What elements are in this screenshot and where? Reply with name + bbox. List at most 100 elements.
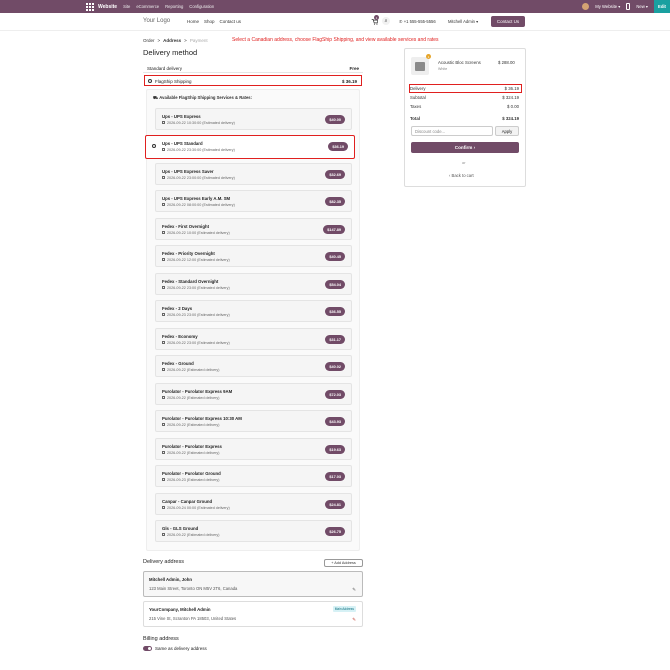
contact-us-button[interactable]: Contact Us xyxy=(491,16,525,27)
service-option[interactable]: Ups - UPS Express 2026-09-22 10:30:00 (Es… xyxy=(155,108,352,130)
user-avatar-icon[interactable] xyxy=(582,3,590,10)
delivery-method-title: Delivery method xyxy=(143,48,198,57)
service-option[interactable]: Gls - GLS Ground 2026-09-22 (Estimated de… xyxy=(155,520,352,542)
same-as-delivery-toggle[interactable] xyxy=(143,646,152,651)
service-option[interactable]: Purolator - Purolator Express 10:30 AM 20… xyxy=(155,410,352,432)
same-as-delivery-row: Same as delivery address xyxy=(143,646,207,651)
nav-contact[interactable]: Contact us xyxy=(220,19,242,24)
service-option[interactable]: Fedex - First Overnight 2026-09-22 10:00 … xyxy=(155,218,352,240)
menu-reporting[interactable]: Reporting xyxy=(165,4,183,9)
service-estimated-date: 2026-09-22 (Estimated delivery) xyxy=(162,423,219,427)
summary-value: $ 324.19 xyxy=(502,116,519,121)
confirm-button[interactable]: Confirm › xyxy=(411,142,519,153)
service-option[interactable]: Ups - UPS Express Early A.M. SM 2026-09-2… xyxy=(155,190,352,212)
calendar-icon xyxy=(162,258,165,262)
summary-label: Taxes xyxy=(410,104,422,109)
calendar-icon xyxy=(162,231,165,235)
service-name: Fedex - Priority Overnight xyxy=(162,251,215,256)
cart-icon[interactable]: 1 xyxy=(371,15,379,25)
service-estimated-date: 2026-09-22 10:30:00 (Estimated delivery) xyxy=(162,121,235,125)
admin-topbar: Website Site eCommerce Reporting Configu… xyxy=(0,0,670,13)
service-estimated-date: 2026-09-22 23:00:00 (Estimated delivery) xyxy=(162,176,235,180)
summary-row-taxes: Taxes $ 0.00 xyxy=(410,104,519,109)
service-name: Canpar - Canpar Ground xyxy=(162,499,213,504)
service-price-badge: $147.89 xyxy=(323,225,345,234)
service-date-text: 2026-09-22 10:00 (Estimated delivery) xyxy=(167,231,230,235)
calendar-icon xyxy=(162,533,165,537)
calendar-icon xyxy=(162,368,165,372)
edit-pencil-icon[interactable]: ✎ xyxy=(352,587,356,593)
truck-icon: ⛟ xyxy=(153,95,159,100)
apply-discount-button[interactable]: Apply xyxy=(495,126,519,136)
service-name: Purolator - Purolator Ground xyxy=(162,471,221,476)
delivery-option-price: Free xyxy=(349,66,359,71)
service-option[interactable]: Fedex - Priority Overnight 2026-09-22 12:… xyxy=(155,245,352,267)
website-app-name[interactable]: Website xyxy=(98,4,117,10)
phone-text: +1 555-555-5556 xyxy=(403,19,436,24)
apps-grid-icon[interactable] xyxy=(86,2,94,11)
nav-home[interactable]: Home xyxy=(187,19,199,24)
site-logo[interactable]: Your Logo xyxy=(143,18,170,24)
calendar-icon xyxy=(162,478,165,482)
service-option[interactable]: Purolator - Purolator Express 2026-09-22 … xyxy=(155,438,352,460)
breadcrumb-order[interactable]: Order xyxy=(143,38,155,43)
service-option[interactable]: Purolator - Purolator Express 9AM 2026-09… xyxy=(155,383,352,405)
service-date-text: 2026-09-22 23:00:00 (Estimated delivery) xyxy=(167,176,235,180)
menu-configuration[interactable]: Configuration xyxy=(189,4,214,9)
menu-site[interactable]: Site xyxy=(123,4,130,9)
service-option[interactable]: Fedex - 2 Days 2026-09-23 23:00 (Estimate… xyxy=(155,300,352,322)
service-date-text: 2026-09-22 (Estimated delivery) xyxy=(167,368,220,372)
calendar-icon xyxy=(162,148,165,152)
new-dropdown[interactable]: New ▾ xyxy=(636,4,648,9)
admin-topbar-right: My Website ▾ New ▾ Edit xyxy=(582,0,670,13)
add-address-button[interactable]: + Add Address xyxy=(324,559,363,567)
mobile-preview-icon[interactable] xyxy=(626,3,631,10)
service-name: Ups - UPS Express Saver xyxy=(162,169,214,174)
service-option[interactable]: Ups - UPS Standard 2026-09-22 23:30:00 (E… xyxy=(145,135,355,159)
service-estimated-date: 2026-09-24 00:00 (Estimated delivery) xyxy=(162,506,230,510)
nav-shop[interactable]: Shop xyxy=(204,19,215,24)
service-name: Gls - GLS Ground xyxy=(162,526,199,531)
service-estimated-date: 2026-09-23 23:00 (Estimated delivery) xyxy=(162,313,230,317)
back-to-cart-link[interactable]: ‹ Back to cart xyxy=(449,173,474,178)
site-header: Your Logo Home Shop Contact us 1 ⌕ ✆ +1 … xyxy=(0,13,670,31)
search-icon[interactable]: ⌕ xyxy=(382,17,390,25)
breadcrumb-payment: Payment xyxy=(189,38,208,43)
service-date-text: 2026-09-23 (Estimated delivery) xyxy=(167,478,220,482)
service-option[interactable]: Fedex - Economy 2026-09-22 23:00 (Estimat… xyxy=(155,328,352,350)
service-name: Purolator - Purolator Express 9AM xyxy=(162,389,233,394)
calendar-icon xyxy=(162,423,165,427)
phone-number[interactable]: ✆ +1 555-555-5556 xyxy=(399,19,436,24)
service-option[interactable]: Fedex - Ground 2026-09-22 (Estimated deli… xyxy=(155,355,352,377)
address-text: 123 Main Street, Toronto ON M5V 2T6, Can… xyxy=(149,586,238,591)
summary-row-total: Total $ 324.19 xyxy=(410,116,519,121)
service-option[interactable]: Purolator - Purolator Ground 2026-09-23 (… xyxy=(155,465,352,487)
service-date-text: 2026-09-22 (Estimated delivery) xyxy=(167,396,220,400)
menu-ecommerce[interactable]: eCommerce xyxy=(136,4,159,9)
service-price-badge: $24.81 xyxy=(325,500,345,509)
delivery-option-standard[interactable]: Standard delivery Free xyxy=(143,63,363,73)
user-menu[interactable]: Mitchell Admin ▾ xyxy=(448,19,478,24)
service-price-badge: $17.03 xyxy=(325,472,345,481)
service-price-badge: $40.45 xyxy=(325,252,345,261)
service-option[interactable]: Fedex - Standard Overnight 2026-09-22 23:… xyxy=(155,273,352,295)
radio-selected-icon[interactable] xyxy=(152,144,156,148)
billing-address-title: Billing address xyxy=(143,636,179,642)
radio-selected-icon[interactable] xyxy=(148,79,152,83)
calendar-icon xyxy=(162,341,165,345)
product-price: $ 288.00 xyxy=(498,60,515,65)
product-name[interactable]: Acoustic Bloc Screens xyxy=(438,60,481,65)
delivery-option-flagship[interactable]: FlagShip Shipping $ 36.19 xyxy=(144,75,362,86)
edit-button[interactable]: Edit xyxy=(654,0,670,13)
calendar-icon xyxy=(162,451,165,455)
service-option[interactable]: Canpar - Canpar Ground 2026-09-24 00:00 (… xyxy=(155,493,352,515)
my-website-dropdown[interactable]: My Website ▾ xyxy=(595,4,620,9)
service-estimated-date: 2026-09-22 (Estimated delivery) xyxy=(162,368,219,372)
service-option[interactable]: Ups - UPS Express Saver 2026-09-22 23:00:… xyxy=(155,163,352,185)
address-card-selected[interactable]: Mitchell Admin, John 123 Main Street, To… xyxy=(143,571,363,597)
edit-pencil-icon[interactable]: ✎ xyxy=(352,617,356,623)
service-price-badge: $36.19 xyxy=(328,142,348,151)
discount-code-input[interactable]: Discount code... xyxy=(411,126,493,136)
address-card[interactable]: YourCompany, Mitchell Admin Main Address… xyxy=(143,601,363,627)
delivery-address-title: Delivery address xyxy=(143,559,184,565)
